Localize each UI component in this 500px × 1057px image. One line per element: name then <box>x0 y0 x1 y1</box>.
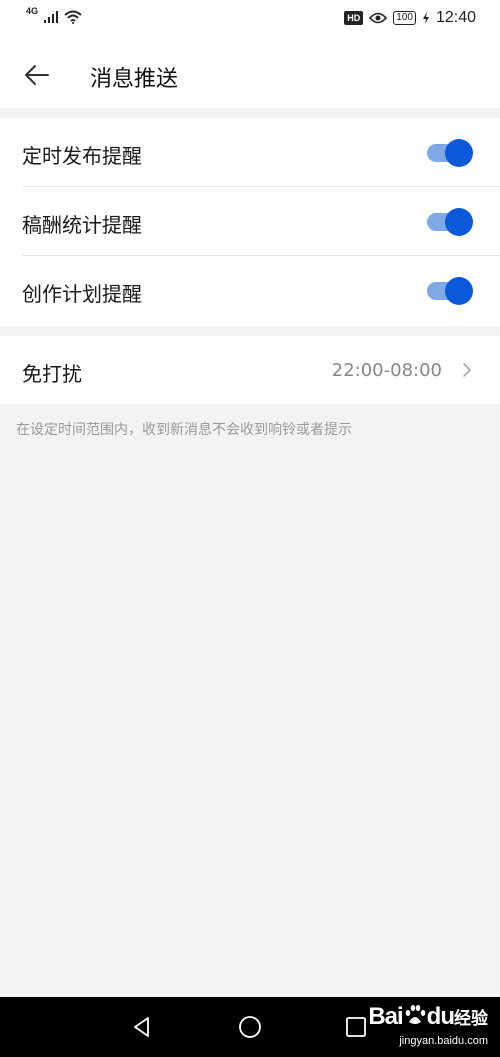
baidu-jingyan-watermark: Bai du经验 jingyan.baidu.com <box>368 1003 488 1047</box>
toggle-thumb <box>445 208 473 236</box>
chevron-right-icon <box>462 362 472 378</box>
watermark-domain: jingyan.baidu.com <box>399 1035 488 1047</box>
back-button[interactable] <box>22 60 54 90</box>
royalty-stats-toggle[interactable] <box>427 208 473 236</box>
home-circle-icon[interactable] <box>237 1015 263 1045</box>
watermark-brand-sub: 经验 <box>454 1009 488 1028</box>
wifi-icon <box>64 10 82 24</box>
creation-plan-toggle[interactable] <box>427 277 473 305</box>
setting-row-royalty-stats[interactable]: 稿酬统计提醒 <box>0 187 500 256</box>
hd-badge: HD <box>344 11 364 25</box>
clock: 12:40 <box>435 9 476 26</box>
do-not-disturb-hint: 在设定时间范围内，收到新消息不会收到响铃或者提示 <box>16 422 352 438</box>
eye-icon <box>369 12 388 24</box>
status-left: 4G <box>26 6 82 24</box>
watermark-brand-right: du <box>426 1003 455 1030</box>
setting-label: 创作计划提醒 <box>22 282 142 306</box>
back-triangle-icon[interactable] <box>130 1015 154 1043</box>
setting-label: 定时发布提醒 <box>22 144 142 168</box>
scheduled-publish-toggle[interactable] <box>427 139 473 167</box>
arrow-left-icon <box>25 65 49 85</box>
battery-indicator: 100 <box>393 11 416 25</box>
network-type-label: 4G <box>26 6 39 16</box>
setting-row-scheduled-publish[interactable]: 定时发布提醒 <box>0 118 500 187</box>
toggle-thumb <box>445 139 473 167</box>
recent-square-icon[interactable] <box>344 1015 368 1043</box>
toggle-thumb <box>445 277 473 305</box>
paw-icon <box>403 1003 427 1027</box>
status-right: HD 100 12:40 <box>344 9 476 27</box>
status-bar: 4G HD 100 12:40 <box>0 0 500 42</box>
page-title: 消息推送 <box>90 67 179 92</box>
charging-icon <box>422 12 430 24</box>
signal-icon <box>44 11 59 23</box>
do-not-disturb-label: 免打扰 <box>22 362 82 386</box>
setting-row-creation-plan[interactable]: 创作计划提醒 <box>0 256 500 325</box>
app-header: 消息推送 <box>0 42 500 108</box>
notification-settings-group: 定时发布提醒 稿酬统计提醒 创作计划提醒 <box>0 118 500 326</box>
watermark-brand-left: Bai <box>368 1003 403 1030</box>
system-nav-bar: Bai du经验 jingyan.baidu.com <box>0 997 500 1057</box>
setting-label: 稿酬统计提醒 <box>22 213 142 237</box>
do-not-disturb-time-range: 22:00-08:00 <box>331 360 442 381</box>
do-not-disturb-row[interactable]: 免打扰 22:00-08:00 <box>0 336 500 404</box>
